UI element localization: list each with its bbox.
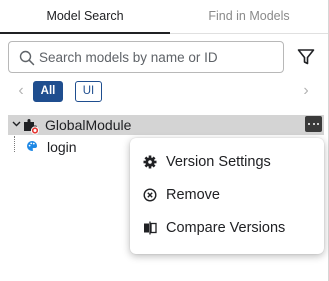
- search-input[interactable]: [39, 42, 279, 72]
- palette-icon: [27, 141, 37, 151]
- menu-item-compare-versions[interactable]: Compare Versions: [130, 213, 324, 243]
- menu-item-label: Version Settings: [166, 154, 271, 170]
- chip-all[interactable]: All: [33, 81, 63, 102]
- tab-bar: Model Search Find in Models: [0, 0, 328, 34]
- filter-icon[interactable]: [296, 47, 316, 67]
- compare-icon: [144, 221, 157, 235]
- menu-item-remove[interactable]: Remove: [130, 180, 324, 210]
- remove-circle-icon: [143, 188, 157, 202]
- model-search-panel: Model Search Find in Models ‹ All UI › G…: [0, 0, 329, 281]
- menu-item-label: Remove: [166, 187, 220, 203]
- menu-item-version-settings[interactable]: Version Settings: [130, 147, 324, 177]
- module-label: GlobalModule: [45, 117, 132, 133]
- tab-find-in-models[interactable]: Find in Models: [170, 0, 328, 33]
- gear-icon: [143, 155, 157, 169]
- chevron-left-icon[interactable]: ‹: [15, 83, 27, 99]
- chevron-right-icon[interactable]: ›: [300, 83, 312, 99]
- menu-item-label: Compare Versions: [166, 220, 286, 236]
- chevron-down-icon[interactable]: [11, 118, 22, 130]
- search-box: [8, 41, 284, 73]
- search-icon: [19, 50, 35, 66]
- tree-connector: [14, 136, 15, 152]
- context-menu: Version Settings Remove Compare Versions: [130, 138, 324, 254]
- tree-item-login[interactable]: login: [47, 138, 77, 156]
- chip-ui[interactable]: UI: [75, 81, 102, 102]
- module-puzzle-icon: [24, 119, 40, 135]
- tab-model-search[interactable]: Model Search: [0, 0, 170, 34]
- more-options-button[interactable]: [305, 116, 322, 132]
